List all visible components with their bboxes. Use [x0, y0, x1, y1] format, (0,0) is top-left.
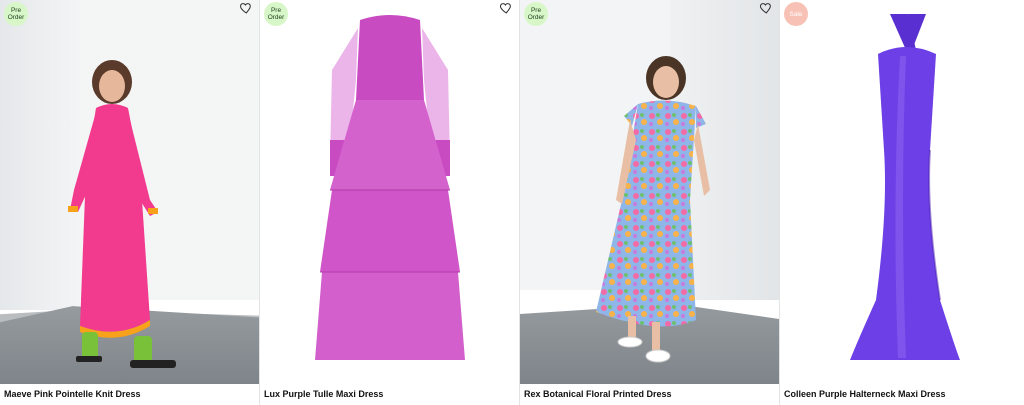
badge-line1: Pre [270, 7, 282, 14]
heart-icon[interactable] [759, 1, 773, 15]
badge-line2: Order [527, 14, 545, 21]
heart-icon[interactable] [499, 1, 513, 15]
product-name[interactable]: Colleen Purple Halterneck Maxi Dress [784, 389, 946, 399]
product-grid: Pre Order Maeve Pink Pointelle Knit Dres… [0, 0, 1024, 405]
product-card-rex[interactable]: Pre Order Rex Botanical Floral Printed D… [520, 0, 780, 405]
product-image-rex[interactable] [520, 0, 779, 384]
badge-line1: Sale [789, 10, 803, 18]
badge-line1: Pre [530, 7, 542, 14]
product-name[interactable]: Lux Purple Tulle Maxi Dress [264, 389, 383, 399]
product-card-lux[interactable]: Pre Order Lux Purple Tulle Maxi Dress [260, 0, 520, 405]
preorder-badge: Pre Order [264, 2, 288, 26]
preorder-badge: Pre Order [4, 2, 28, 26]
product-card-colleen[interactable]: Sale Colleen Purple Halterneck Maxi Dres… [780, 0, 1024, 405]
product-name[interactable]: Rex Botanical Floral Printed Dress [524, 389, 672, 399]
preorder-badge: Pre Order [524, 2, 548, 26]
sale-badge: Sale [784, 2, 808, 26]
heart-icon[interactable] [239, 1, 253, 15]
product-card-maeve[interactable]: Pre Order Maeve Pink Pointelle Knit Dres… [0, 0, 260, 405]
badge-line1: Pre [10, 7, 22, 14]
badge-line2: Order [7, 14, 25, 21]
badge-line2: Order [267, 14, 285, 21]
product-image-maeve[interactable] [0, 0, 259, 384]
product-name[interactable]: Maeve Pink Pointelle Knit Dress [4, 389, 141, 399]
product-image-colleen[interactable] [780, 0, 1024, 384]
product-image-lux[interactable] [260, 0, 519, 384]
